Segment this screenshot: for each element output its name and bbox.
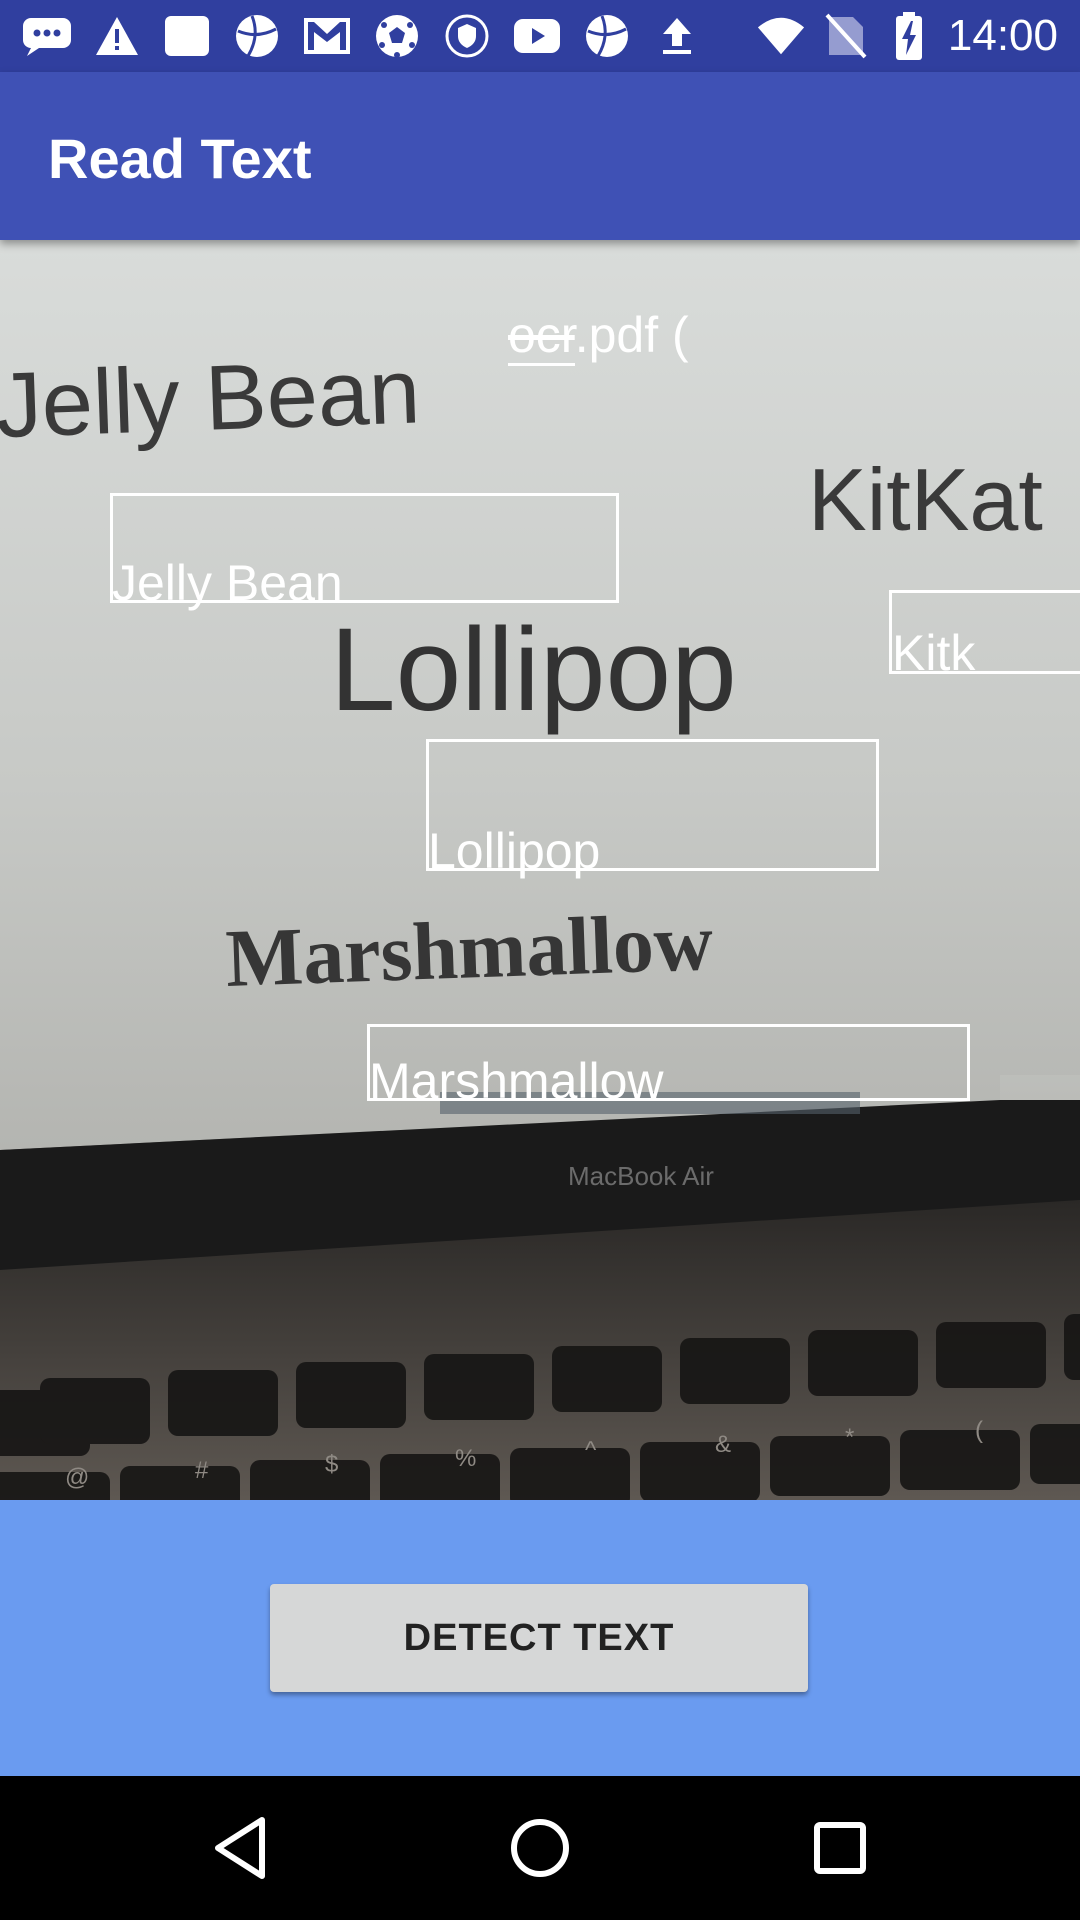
action-panel: DETECT TEXT: [0, 1500, 1080, 1776]
svg-text:^: ^: [585, 1437, 597, 1464]
back-button[interactable]: [190, 1798, 290, 1898]
svg-text:&: &: [715, 1431, 731, 1458]
svg-text:(: (: [975, 1417, 983, 1444]
ball-icon: [580, 9, 634, 63]
soccer-icon: [370, 9, 424, 63]
ocr-label-kitkat: Kitk: [892, 625, 976, 681]
navigation-bar: [0, 1776, 1080, 1920]
camera-preview: Jelly Bean KitKat Lollipop Marshmallow M…: [0, 240, 1080, 1500]
youtube-icon: [510, 9, 564, 63]
ocr-label-rest: .pdf (: [574, 307, 689, 363]
background-word-jelly-bean: Jelly Bean: [0, 340, 422, 457]
status-bar: 14:00: [0, 0, 1080, 72]
svg-text:Lollipop: Lollipop: [330, 604, 737, 736]
warning-icon: [90, 9, 144, 63]
ball-icon: [230, 9, 284, 63]
ocr-label-title: ocr.pdf (: [508, 307, 689, 366]
background-word-marshmallow: Marshmallow: [224, 896, 714, 1004]
svg-text:%: %: [455, 1445, 476, 1472]
ocr-label-strike: ocr: [508, 307, 575, 366]
detect-text-button[interactable]: DETECT TEXT: [270, 1584, 808, 1692]
svg-text:*: *: [845, 1424, 854, 1451]
messages-icon: [20, 9, 74, 63]
upload-icon: [650, 9, 704, 63]
svg-text:$: $: [325, 1451, 338, 1478]
battery-charging-icon: [884, 11, 934, 61]
system-icons: 14:00: [756, 10, 1058, 62]
recents-icon: [814, 1822, 866, 1874]
app-bar: Read Text: [0, 72, 1080, 240]
app-title: Read Text: [48, 127, 312, 190]
background-word-macbook: MacBook Air: [568, 1161, 714, 1191]
wifi-icon: [756, 11, 806, 61]
ocr-label-lollipop: Lollipop: [428, 823, 601, 879]
ocr-label-marshmallow: Marshmallow: [369, 1053, 664, 1109]
gmail-icon: [300, 9, 354, 63]
svg-text:@: @: [65, 1464, 89, 1491]
ocr-label-jelly-bean: Jelly Bean: [112, 555, 343, 611]
svg-text:Marshmallow: Marshmallow: [224, 896, 714, 1004]
status-time: 14:00: [947, 11, 1058, 60]
background-word-lollipop: Lollipop: [330, 604, 737, 736]
no-sim-icon: [820, 11, 870, 61]
recents-button[interactable]: [790, 1798, 890, 1898]
app-icon: [160, 9, 214, 63]
notification-icons: [20, 10, 704, 62]
shield-icon: [440, 9, 494, 63]
svg-text:#: #: [195, 1457, 209, 1484]
back-icon: [215, 1817, 265, 1879]
background-word-kitkat: KitKat: [808, 450, 1043, 549]
svg-text:Jelly Bean: Jelly Bean: [0, 340, 422, 457]
svg-text:KitKat: KitKat: [808, 450, 1043, 549]
svg-text:MacBook Air: MacBook Air: [568, 1161, 714, 1191]
home-icon: [511, 1819, 569, 1877]
home-button[interactable]: [490, 1798, 590, 1898]
